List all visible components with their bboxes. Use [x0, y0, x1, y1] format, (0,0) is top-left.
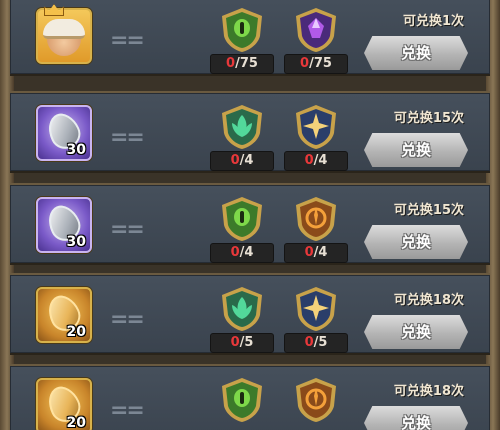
gold-star-shield-icon: [296, 287, 336, 331]
material-quantity: 0/4: [284, 151, 348, 171]
reward-count: 20: [66, 324, 86, 340]
exchange-button[interactable]: 兑换: [364, 406, 468, 430]
green-eye-shield-icon: [222, 378, 262, 422]
material-quantity: 0/5: [210, 333, 274, 353]
exchange-limit: 可兑换15次: [393, 203, 464, 218]
gold-star-shield-icon: [296, 105, 336, 149]
material-quantity: 0/5: [284, 333, 348, 353]
material-slot-1[interactable]: 0/4: [210, 103, 274, 173]
exchange-limit: 可兑换18次: [393, 384, 464, 399]
exchange-button[interactable]: 兑换: [364, 225, 468, 259]
crown-icon: [44, 4, 64, 16]
exchange-button[interactable]: 兑换: [364, 133, 468, 167]
exchange-row: 20 == 可兑换18次 兑换: [10, 364, 490, 430]
material-quantity: 0/4: [210, 243, 274, 263]
reward-count: 20: [66, 415, 86, 430]
reward-item[interactable]: 30: [36, 105, 92, 161]
green-eye-shield-icon: [222, 8, 262, 52]
green-leaf-shield-icon: [222, 287, 262, 331]
material-quantity: 0/4: [284, 243, 348, 263]
equals-sign: ==: [110, 217, 145, 242]
exchange-limit: 可兑换1次: [402, 14, 464, 29]
material-slot-2[interactable]: 0/75: [284, 6, 348, 76]
material-quantity: 0/75: [284, 54, 348, 74]
exchange-button[interactable]: 兑换: [364, 315, 468, 349]
reward-count: 30: [66, 142, 86, 158]
material-slot-1[interactable]: 0/4: [210, 195, 274, 265]
hero-hat-icon: [43, 19, 85, 40]
exchange-limit: 可兑换15次: [393, 111, 464, 126]
exchange-row: 30 == 0/4 0/4 可兑换15次 兑换: [10, 91, 490, 173]
equals-sign: ==: [110, 307, 145, 332]
material-slot-1[interactable]: [210, 376, 274, 430]
reward-item[interactable]: 20: [36, 378, 92, 430]
exchange-button[interactable]: 兑换: [364, 36, 468, 70]
equals-sign: ==: [110, 28, 145, 53]
material-slot-2[interactable]: 0/5: [284, 285, 348, 355]
exchange-row: == 0/75 0/75 可兑换1次 兑换: [10, 0, 490, 76]
fire-emblem-shield-icon: [296, 378, 336, 422]
material-quantity: 0/4: [210, 151, 274, 171]
reward-count: 30: [66, 234, 86, 250]
exchange-list[interactable]: == 0/75 0/75 可兑换1次 兑换 30 == 0/4 0/4 可兑换1…: [10, 0, 490, 430]
material-slot-2[interactable]: 0/4: [284, 195, 348, 265]
purple-crystal-shield-icon: [296, 8, 336, 52]
material-quantity: 0/75: [210, 54, 274, 74]
reward-item[interactable]: 20: [36, 287, 92, 343]
reward-item[interactable]: 30: [36, 197, 92, 253]
material-slot-1[interactable]: 0/75: [210, 6, 274, 76]
exchange-limit: 可兑换18次: [393, 293, 464, 308]
equals-sign: ==: [110, 398, 145, 423]
reward-item[interactable]: [36, 8, 92, 64]
equals-sign: ==: [110, 125, 145, 150]
fire-emblem-shield-icon: [296, 197, 336, 241]
material-slot-2[interactable]: [284, 376, 348, 430]
material-slot-2[interactable]: 0/4: [284, 103, 348, 173]
material-slot-1[interactable]: 0/5: [210, 285, 274, 355]
exchange-row: 20 == 0/5 0/5 可兑换18次 兑换: [10, 273, 490, 355]
green-eye-shield-icon: [222, 197, 262, 241]
green-leaf-shield-icon: [222, 105, 262, 149]
exchange-row: 30 == 0/4 0/4 可兑换15次 兑换: [10, 183, 490, 265]
